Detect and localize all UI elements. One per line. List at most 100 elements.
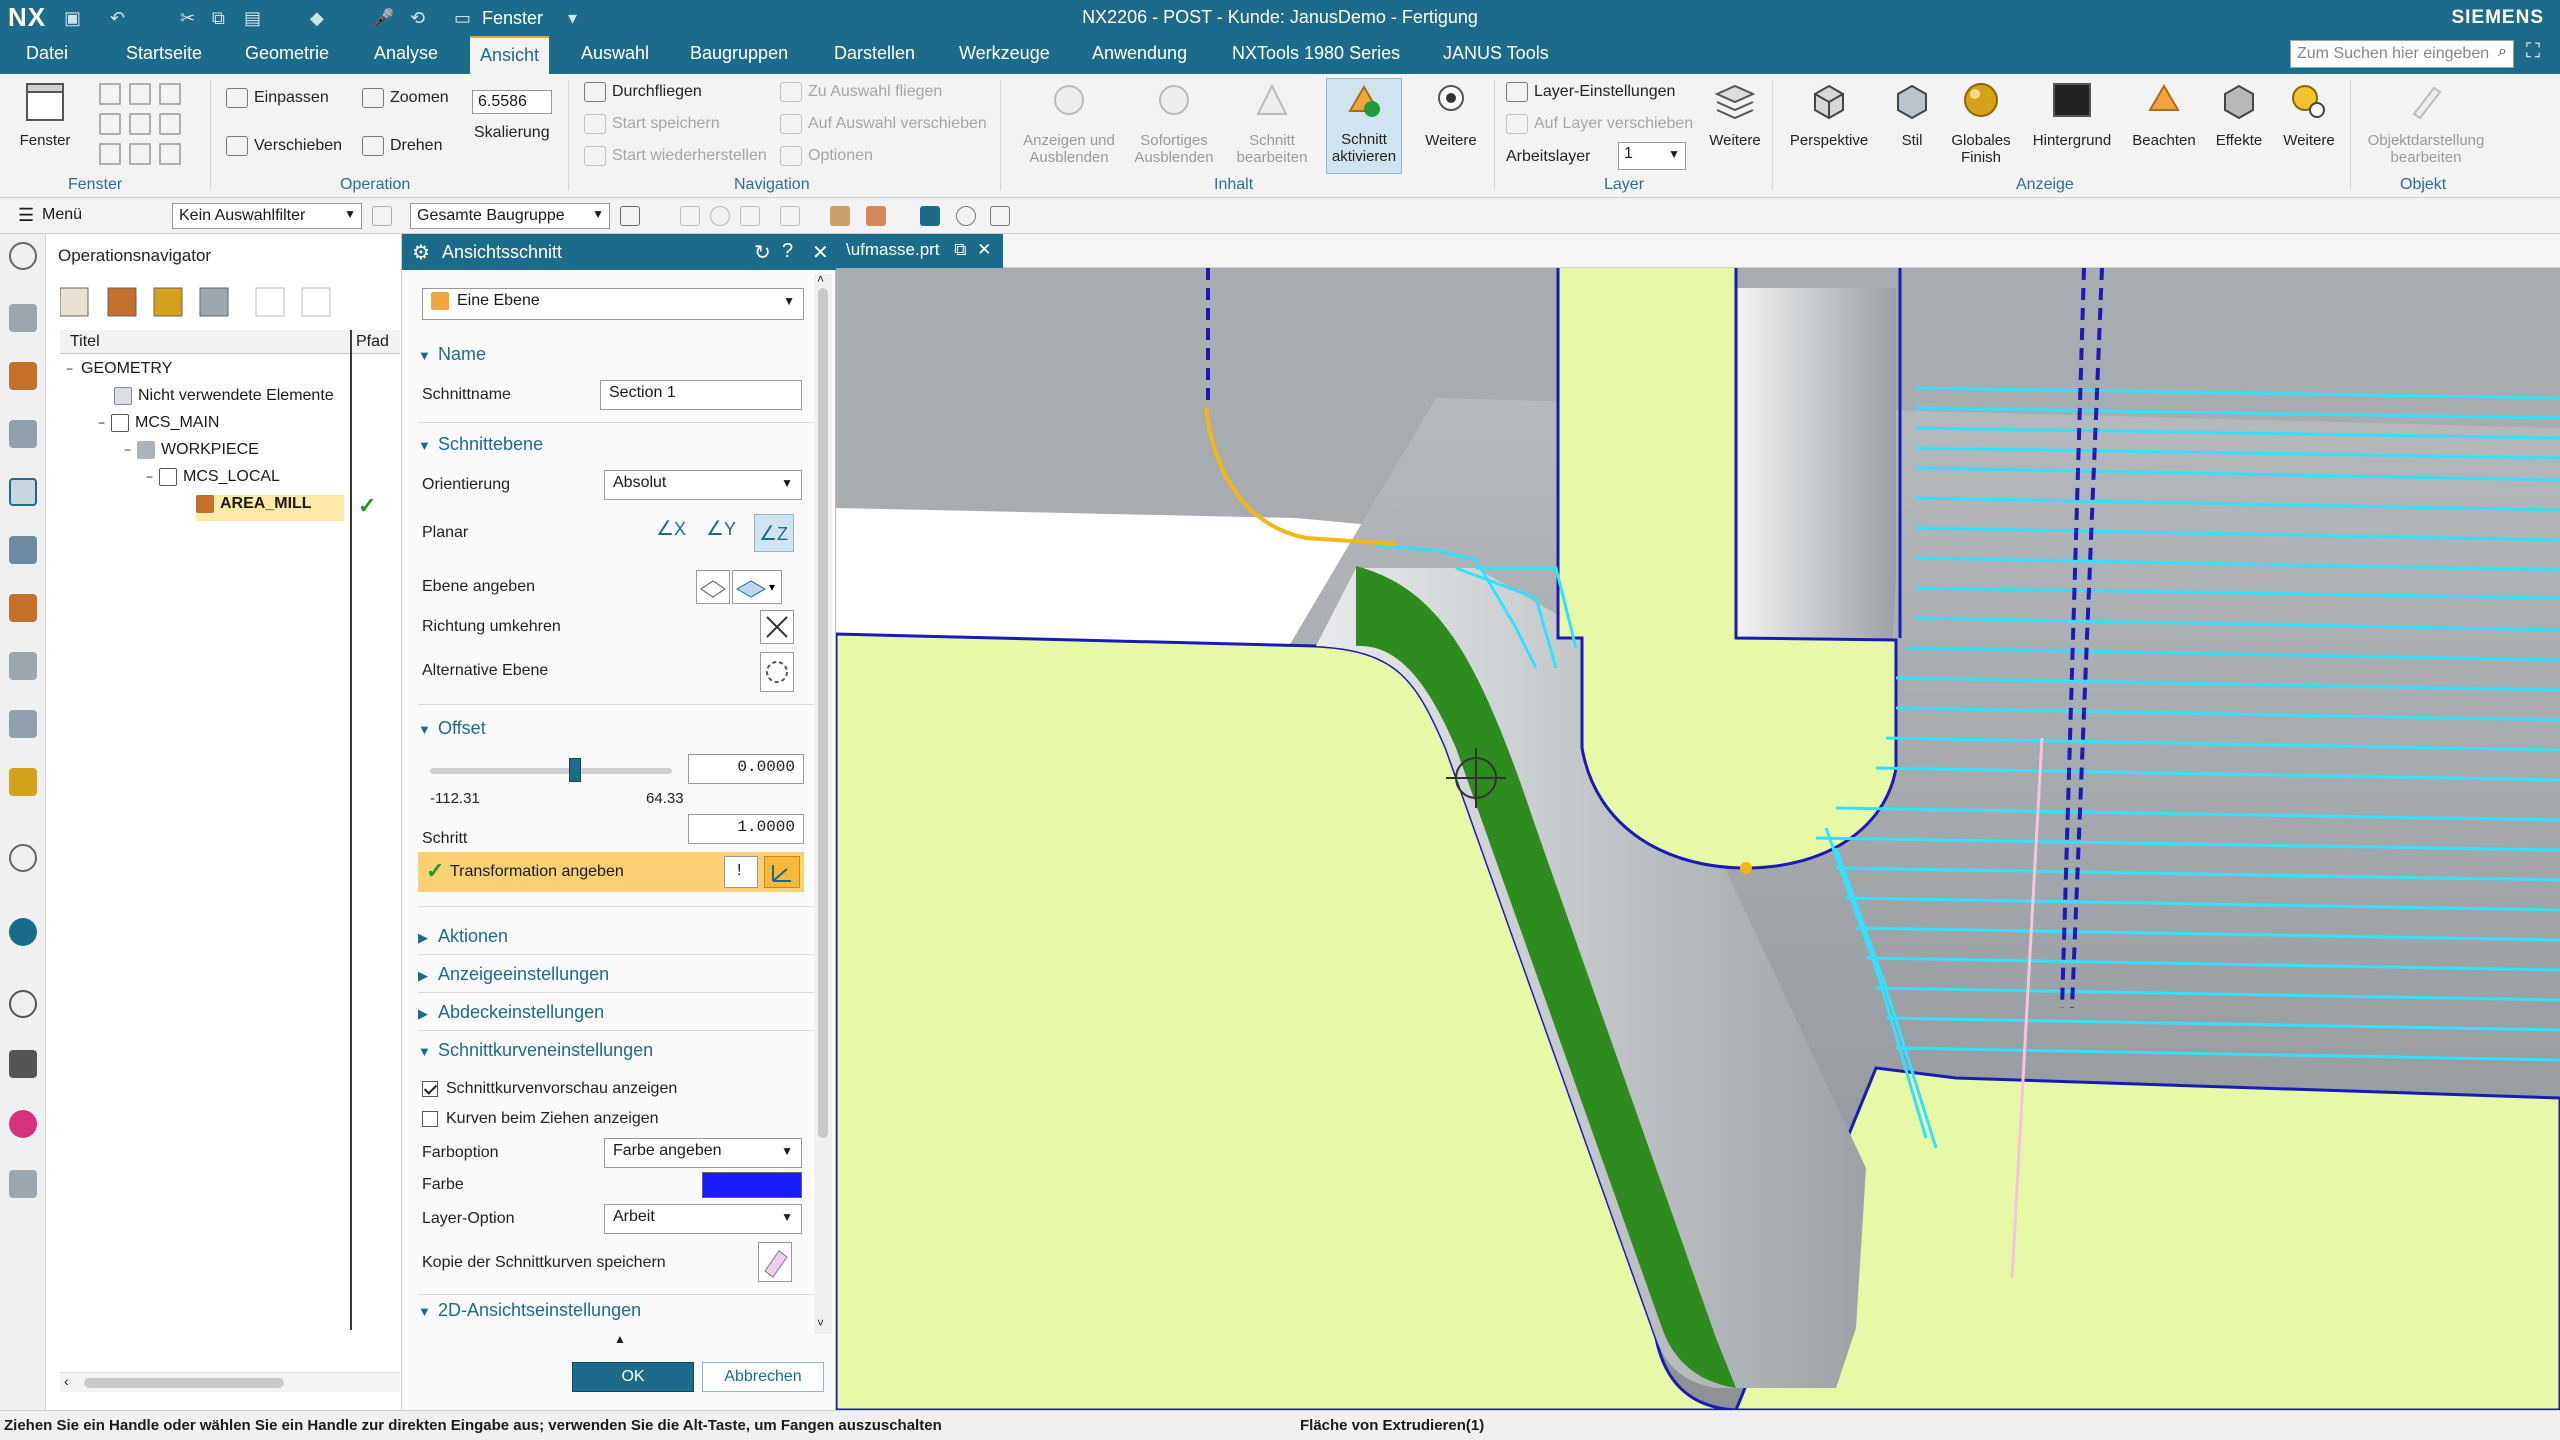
verschieben-button[interactable]: Verschieben [226, 136, 342, 156]
scale-input[interactable]: 6.5586 [472, 90, 552, 114]
layer-option-select[interactable]: Arbeit ▼ [604, 1204, 802, 1234]
sofortiges-ausblenden-button[interactable]: Sofortiges Ausblenden [1124, 80, 1224, 166]
show-all-icon[interactable] [920, 206, 940, 226]
tree-row-mcs-main[interactable]: − MCS_MAIN [98, 414, 219, 440]
ziehen-checkbox[interactable] [422, 1110, 438, 1127]
section-name-header[interactable]: ▼ Name [418, 344, 486, 365]
filter-icon[interactable] [372, 206, 392, 226]
visibility-icon[interactable] [956, 206, 976, 226]
feature-navigator-icon[interactable] [9, 594, 37, 622]
web-browser-icon[interactable] [9, 768, 37, 796]
plane-x-button[interactable]: ∠X [656, 516, 692, 550]
snap-point-icon[interactable] [620, 206, 640, 226]
section-offset-header[interactable]: ▼ Offset [418, 718, 486, 739]
forward-icon[interactable] [9, 1170, 37, 1198]
offset-input[interactable]: 0.0000 [688, 754, 804, 784]
auf-auswahl-verschieben-button[interactable]: Auf Auswahl verschieben [780, 114, 987, 134]
beachten-button[interactable]: Beachten [2124, 80, 2204, 149]
ok-button[interactable]: OK [572, 1362, 694, 1392]
tab-ansicht[interactable]: Ansicht [470, 36, 550, 74]
close-icon[interactable]: ✕ [812, 240, 829, 265]
reuse-library-icon[interactable] [9, 652, 37, 680]
schnittname-input[interactable]: Section 1 [600, 380, 802, 410]
hamburger-icon[interactable]: ☰ [18, 205, 34, 226]
hide-icon[interactable] [990, 206, 1010, 226]
window-layout-icons[interactable] [96, 82, 192, 170]
schnitt-bearbeiten-button[interactable]: Schnitt bearbeiten [1222, 80, 1322, 166]
vorschau-checkbox-row[interactable]: Schnittkurvenvorschau anzeigen [422, 1080, 677, 1098]
slider-handle[interactable] [569, 758, 582, 782]
graphics-window[interactable]: \ufmasse.prt ⧉ ✕ [836, 234, 2560, 1410]
vorschau-checkbox[interactable] [422, 1080, 438, 1097]
start-wiederherstellen-button[interactable]: Start wiederherstellen [584, 146, 767, 166]
collapse-icon[interactable]: − [146, 470, 153, 484]
tree-row-geometry[interactable]: − GEOMETRY [66, 360, 172, 386]
reverse-direction-button[interactable] [760, 610, 794, 644]
tab-baugruppen[interactable]: Baugruppen [690, 43, 788, 64]
scroll-thumb[interactable] [84, 1378, 284, 1388]
collapse-up-icon[interactable]: ▲ [614, 1332, 626, 1346]
stil-button[interactable]: Stil [1880, 80, 1944, 149]
snap-center-icon[interactable] [710, 206, 730, 226]
chevron-left-icon[interactable]: ‹ [64, 1373, 69, 1389]
layer-weitere-button[interactable]: Weitere [1700, 80, 1770, 149]
snap-options-icon[interactable] [780, 206, 800, 226]
tree-row-area-mill[interactable]: AREA_MILL [196, 495, 344, 521]
snap-mid-icon[interactable] [740, 206, 760, 226]
schritt-input[interactable]: 1.0000 [688, 814, 804, 844]
transformation-dialog-button[interactable]: ! [724, 856, 758, 888]
fenster-button[interactable]: Fenster [10, 80, 80, 149]
csys-button[interactable] [764, 856, 800, 888]
tools-icon[interactable] [9, 1050, 37, 1078]
cancel-button[interactable]: Abbrechen [702, 1362, 824, 1392]
layer-einstellungen-button[interactable]: Layer-Einstellungen [1506, 82, 1675, 102]
anzeige-weitere-button[interactable]: Weitere [2274, 80, 2344, 149]
navigator-view-icons[interactable] [59, 284, 360, 320]
tab-startseite[interactable]: Startseite [126, 43, 202, 64]
gear-icon[interactable]: ⚙ [412, 240, 430, 265]
model-scene[interactable] [836, 268, 2560, 1410]
handle-point[interactable] [1740, 862, 1752, 874]
info-icon[interactable] [9, 844, 37, 872]
tree-row-mcs-local[interactable]: − MCS_LOCAL [146, 468, 280, 494]
plane-z-button[interactable]: ∠Z [754, 514, 794, 552]
plane-dialog-button[interactable] [696, 570, 730, 604]
assembly-navigator-icon[interactable] [9, 362, 37, 390]
operation-navigator-icon[interactable] [9, 478, 37, 506]
tab-auswahl[interactable]: Auswahl [581, 43, 649, 64]
color-swatch-button[interactable] [702, 1172, 802, 1198]
zoomen-button[interactable]: Zoomen [362, 88, 449, 108]
start-speichern-button[interactable]: Start speichern [584, 114, 720, 134]
chevron-down-icon[interactable]: ˅ [817, 1316, 824, 1330]
scroll-thumb[interactable] [818, 288, 828, 1138]
column-pfad[interactable]: Pfad [356, 333, 389, 351]
farboption-select[interactable]: Farbe angeben ▼ [604, 1138, 802, 1168]
objektdarstellung-button[interactable]: Objektdarstellung bearbeiten [2356, 80, 2496, 166]
globe-icon[interactable] [9, 918, 37, 946]
snap-end-icon[interactable] [680, 206, 700, 226]
column-titel[interactable]: Titel [70, 333, 100, 351]
einpassen-button[interactable]: Einpassen [226, 88, 329, 108]
optionen-button[interactable]: Optionen [780, 146, 873, 166]
help-icon[interactable]: ? [782, 240, 793, 263]
detach-icon[interactable]: ⧉ [954, 240, 966, 259]
section-2d-header[interactable]: ▼ 2D-Ansichtseinstellungen [418, 1300, 641, 1321]
hintergrund-button[interactable]: Hintergrund [2024, 80, 2120, 149]
solid-body-icon[interactable] [830, 206, 850, 226]
tree-row-unused[interactable]: Nicht verwendete Elemente [114, 387, 334, 413]
part-navigator-icon[interactable] [9, 304, 37, 332]
drehen-button[interactable]: Drehen [362, 136, 442, 156]
section-aktionen-header[interactable]: ▶ Aktionen [418, 926, 508, 947]
reset-icon[interactable]: ↻ [754, 240, 771, 265]
collapse-icon[interactable]: − [66, 362, 73, 376]
section-anzeigeeinstellungen-header[interactable]: ▶ Anzeigeeinstellungen [418, 964, 609, 985]
section-schnittkurven-header[interactable]: ▼ Schnittkurveneinstellungen [418, 1040, 653, 1061]
machine-tool-navigator-icon[interactable] [9, 536, 37, 564]
orientierung-select[interactable]: Absolut ▼ [604, 470, 802, 500]
tab-werkzeuge[interactable]: Werkzeuge [959, 43, 1050, 64]
section-abdeckeinstellungen-header[interactable]: ▶ Abdeckeinstellungen [418, 1002, 604, 1023]
perspektive-button[interactable]: Perspektive [1784, 80, 1874, 149]
auf-layer-verschieben-button[interactable]: Auf Layer verschieben [1506, 114, 1693, 134]
history-clock-icon[interactable] [9, 990, 37, 1018]
anzeigen-ausblenden-button[interactable]: Anzeigen und Ausblenden [1014, 80, 1124, 166]
